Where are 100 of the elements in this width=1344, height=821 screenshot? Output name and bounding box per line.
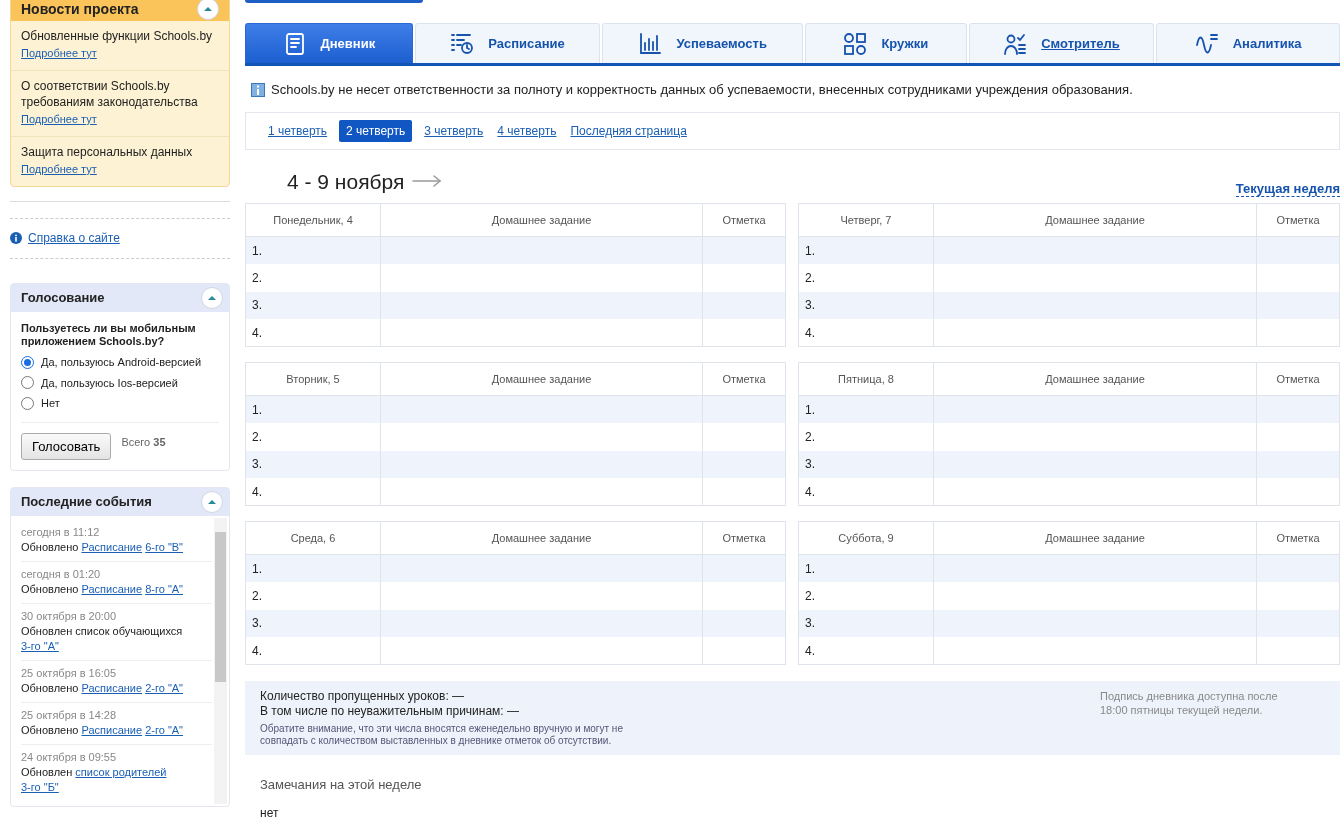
column-header: Среда, 6 <box>290 531 336 544</box>
lesson-number: 2. <box>805 429 815 444</box>
poll-question: Пользуетесь ли вы мобильным приложением Schools.by? <box>20 321 197 349</box>
event-time: 25 октября в 16:05 <box>21 666 118 681</box>
column-header: Отметка <box>1276 372 1320 385</box>
tab[interactable]: Успеваемость <box>602 23 803 63</box>
event-text: Обновлено Расписание 6-го "В" <box>21 540 185 555</box>
help-link[interactable]: Справка о сайте <box>28 229 120 247</box>
event-time: сегодня в 11:12 <box>21 525 101 540</box>
person-checklist-icon <box>1003 31 1028 56</box>
event-link[interactable]: 3-го "Б" <box>21 781 59 793</box>
radio-button[interactable] <box>21 396 34 410</box>
news-title: О соответствии Schools.by требованиям законодательства <box>21 78 199 110</box>
remarks-text: нет <box>260 804 280 821</box>
wave-icon <box>1194 31 1219 56</box>
event-link[interactable]: 6-го "В" <box>145 541 184 553</box>
event-text: Обновлен список родителей 3-го "Б" <box>21 765 168 795</box>
bar-chart-icon <box>638 31 663 56</box>
lesson-number: 2. <box>252 270 262 285</box>
more-link[interactable]: Подробнее тут <box>21 113 97 125</box>
event-link[interactable]: 2-го "А" <box>145 682 184 694</box>
summary-note: Обратите внимание, что эти числа вносятся еженедельно вручную и могут не совпадать с количеством выставленных в дневнике отметок об отсутствии. <box>260 723 624 747</box>
panel-title: Голосование <box>21 289 105 308</box>
lesson-number: 2. <box>805 588 815 603</box>
info-icon <box>251 82 265 97</box>
lesson-number: 1. <box>805 243 815 258</box>
lesson-number: 4. <box>252 325 262 340</box>
missed-count: Количество пропущенных уроков: — <box>260 689 466 704</box>
lesson-number: 1. <box>252 561 262 576</box>
column-header: Суббота, 9 <box>838 531 894 544</box>
caret-up-icon <box>203 5 213 13</box>
lesson-number: 4. <box>805 643 815 658</box>
unexcused-count: В том числе по неуважительным причинам: — <box>260 704 520 719</box>
event-time: 25 октября в 14:28 <box>21 708 118 723</box>
lesson-number: 4. <box>805 484 815 499</box>
current-week-link[interactable]: Текущая неделя <box>1235 182 1340 197</box>
event-link[interactable]: 2-го "А" <box>145 724 184 736</box>
vote-total: Всего 35 <box>121 434 166 450</box>
news-title: Защита персональных данных <box>21 144 194 160</box>
scrollbar[interactable] <box>214 518 227 804</box>
lesson-number: 2. <box>252 429 262 444</box>
event-time: сегодня в 01:20 <box>21 567 102 582</box>
event-link[interactable]: 3-го "А" <box>21 640 59 652</box>
column-header: Домашнее задание <box>491 213 592 226</box>
column-header: Домашнее задание <box>491 372 592 385</box>
column-header: Отметка <box>722 213 766 226</box>
collapse-button[interactable] <box>197 0 219 20</box>
column-header: Отметка <box>1276 213 1320 226</box>
week-title: 4 - 9 ноября <box>287 168 405 195</box>
lesson-number: 1. <box>805 402 815 417</box>
option-label: Да, пользуюсь Ios-версией <box>41 375 178 391</box>
quarter-link[interactable]: 1 четверть <box>266 119 330 142</box>
vote-button[interactable]: Голосовать <box>21 432 112 460</box>
tab[interactable]: Смотритель <box>968 23 1155 63</box>
shapes-icon <box>843 31 868 56</box>
column-header: Домашнее задание <box>1045 213 1145 226</box>
event-link[interactable]: Расписание <box>81 682 143 694</box>
option-label: Нет <box>41 396 60 411</box>
tab[interactable]: Кружки <box>804 23 967 63</box>
lesson-number: 4. <box>252 643 262 658</box>
panel-title: Последние события <box>21 493 152 512</box>
lesson-number: 2. <box>805 270 815 285</box>
quarter-link[interactable]: 3 четверть <box>422 119 486 142</box>
tab[interactable]: Расписание <box>414 23 601 63</box>
tab[interactable]: Дневник <box>245 23 413 63</box>
column-header: Пятница, 8 <box>838 372 894 385</box>
quarter-link[interactable]: 4 четверть <box>495 119 559 142</box>
news-title: Обновленные функции Schools.by <box>21 28 214 44</box>
event-link[interactable]: список родителей <box>75 766 167 778</box>
radio-button[interactable] <box>21 355 34 369</box>
column-header: Отметка <box>722 372 766 385</box>
event-time: 24 октября в 09:55 <box>21 750 118 765</box>
more-link[interactable]: Подробнее тут <box>21 163 97 175</box>
tab[interactable]: Аналитика <box>1156 23 1340 63</box>
column-header: Отметка <box>722 531 766 544</box>
event-link[interactable]: 8-го "А" <box>145 583 184 595</box>
lesson-number: 3. <box>252 616 262 631</box>
event-link[interactable]: Расписание <box>81 724 143 736</box>
column-header: Домашнее задание <box>491 531 592 544</box>
more-link[interactable]: Подробнее тут <box>21 47 97 59</box>
column-header: Домашнее задание <box>1045 531 1145 544</box>
signature-note: Подпись дневника доступна после 18:00 пятницы текущей недели. <box>1100 689 1279 718</box>
lesson-number: 1. <box>805 561 815 576</box>
event-link[interactable]: Расписание <box>81 541 143 553</box>
collapse-button[interactable] <box>201 287 223 309</box>
event-time: 30 октября в 20:00 <box>21 609 118 624</box>
collapse-button[interactable] <box>201 491 223 513</box>
radio-button[interactable] <box>21 376 34 390</box>
lesson-number: 3. <box>252 298 262 313</box>
event-text: Обновлен список обучающихся 3-го "А" <box>21 624 184 654</box>
quarter-link[interactable]: Последняя страница <box>568 119 689 142</box>
caret-up-icon <box>207 294 217 302</box>
lesson-number: 3. <box>805 616 815 631</box>
lesson-number: 4. <box>252 484 262 499</box>
event-text: Обновлено Расписание 2-го "А" <box>21 723 185 738</box>
column-header: Отметка <box>1276 531 1320 544</box>
quarter-link[interactable]: 2 четверть <box>339 119 413 142</box>
notice-text: Schools.by не несет ответственности за полноту и корректность данных об успеваемости, внесенных сотрудниками учреждения образования. <box>271 81 1133 99</box>
event-link[interactable]: Расписание <box>81 583 143 595</box>
lesson-number: 3. <box>805 298 815 313</box>
